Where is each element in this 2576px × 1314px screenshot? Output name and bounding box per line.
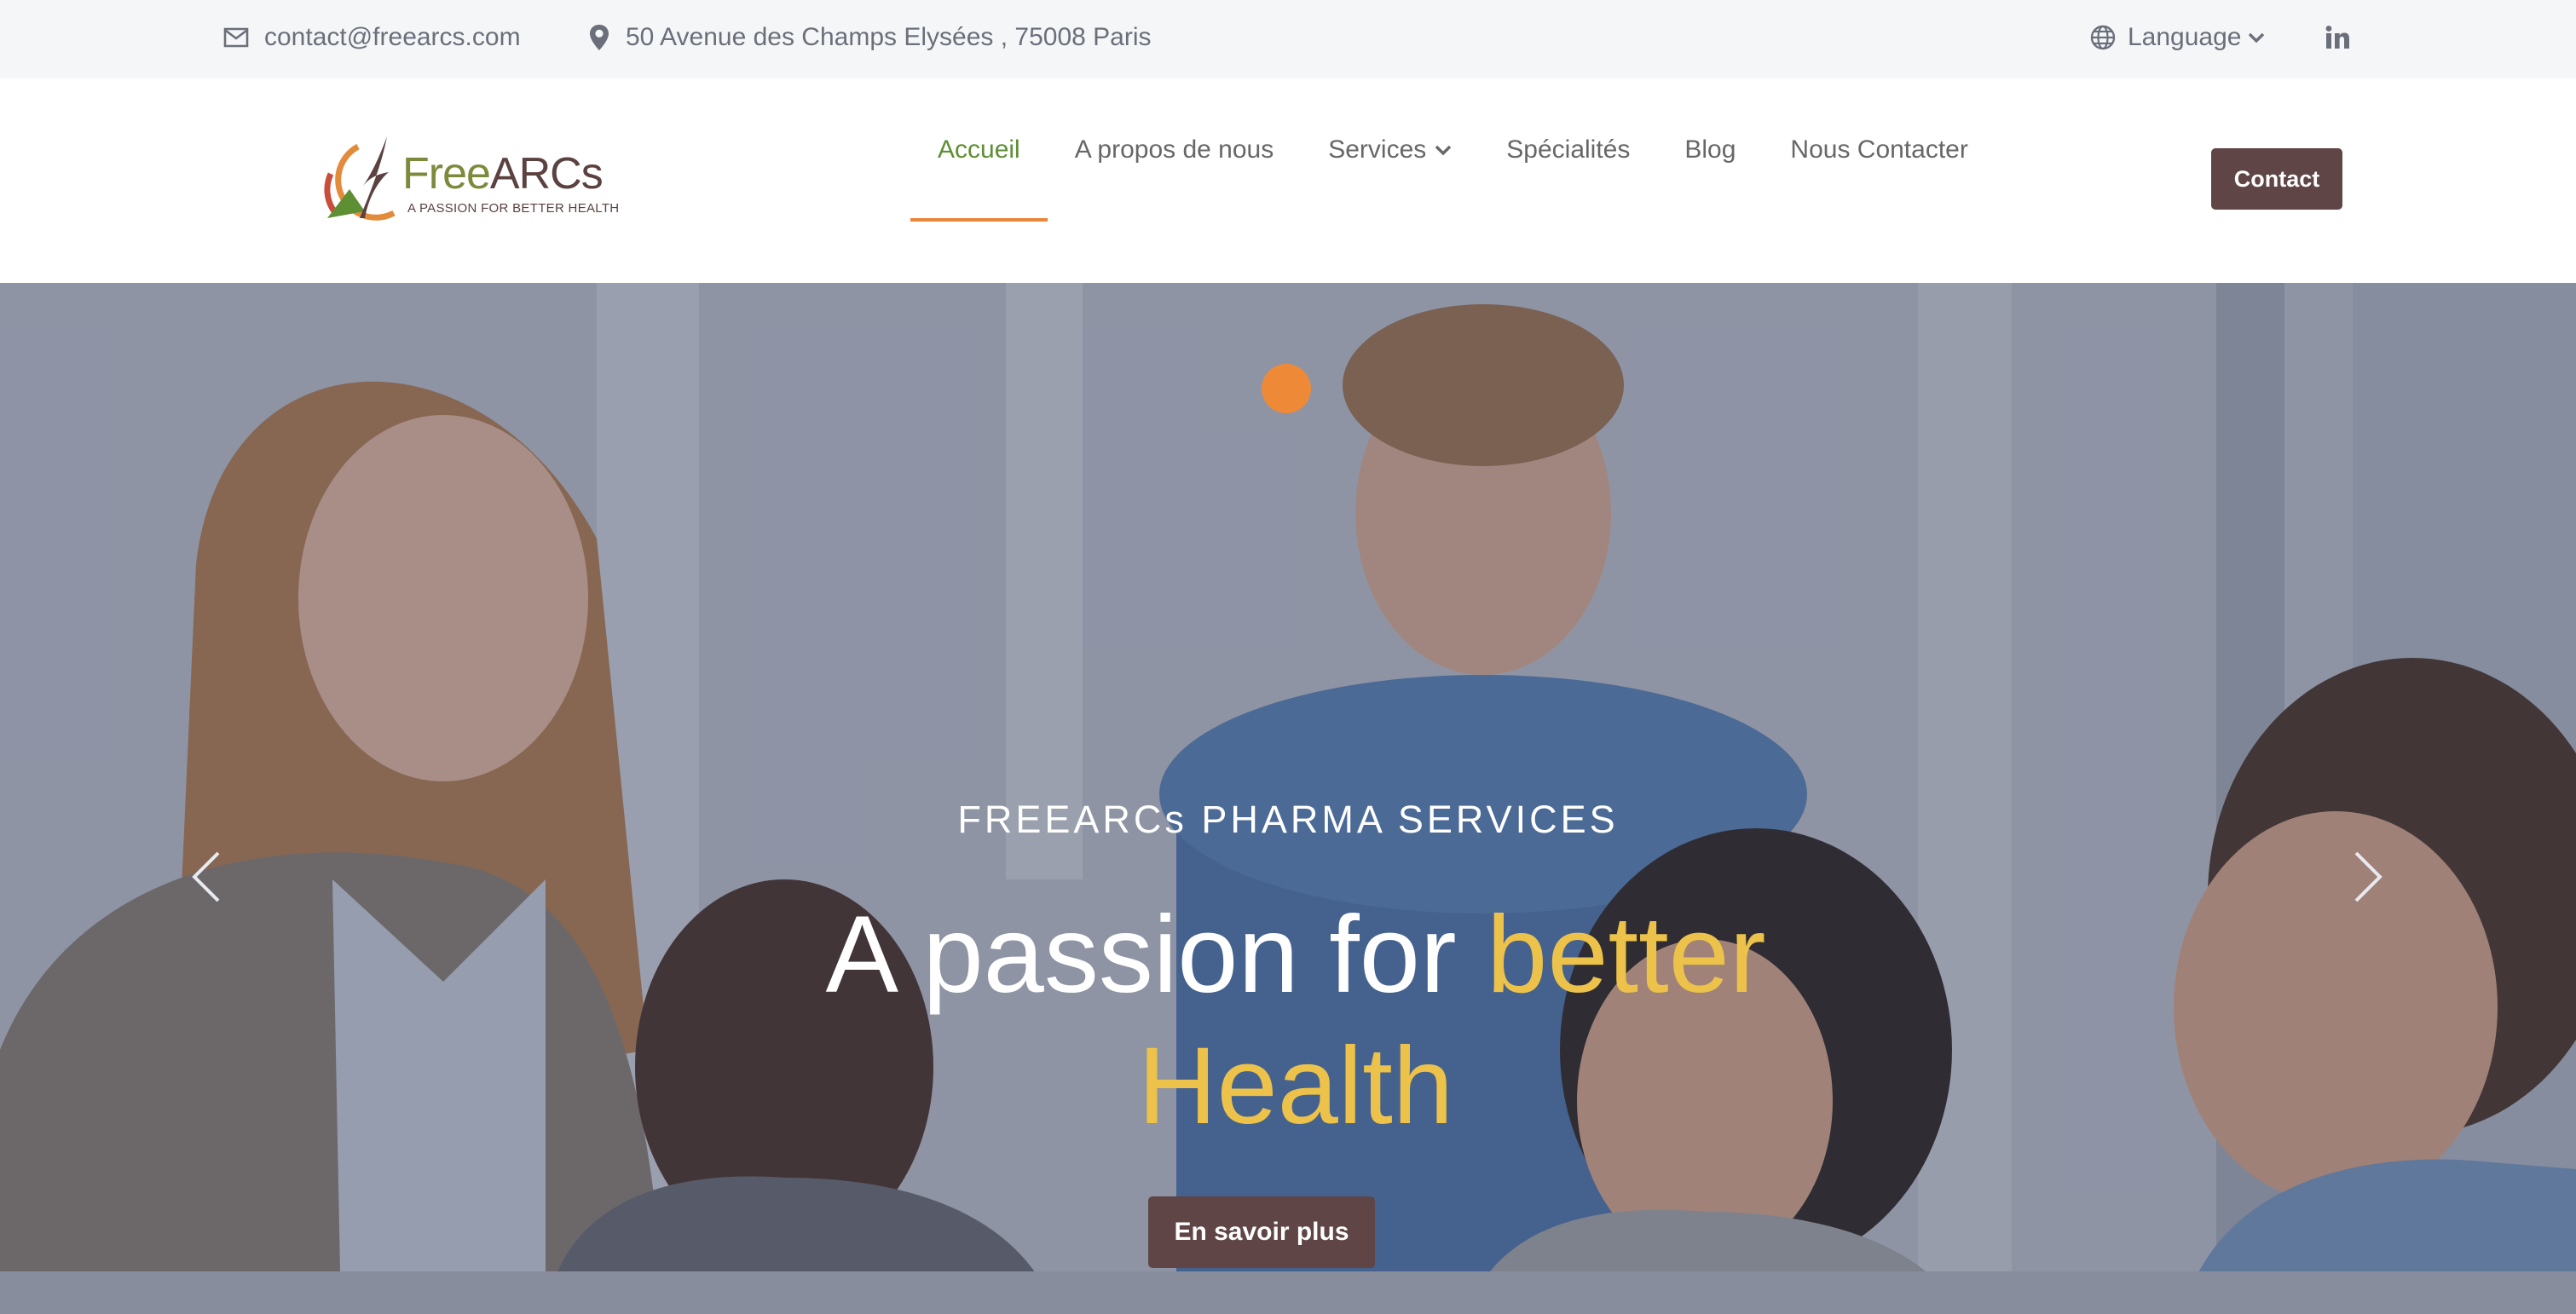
freearcs-logo-mark xyxy=(324,136,396,221)
nav-label: Services xyxy=(1328,135,1427,164)
hero-slider: FREEARCs PHARMA SERVICES A passion for b… xyxy=(0,283,2576,1314)
nav-item-nous-contacter[interactable]: Nous Contacter xyxy=(1763,78,1995,222)
map-pin-icon xyxy=(590,25,609,50)
hero-kicker: FREEARCs PHARMA SERVICES xyxy=(957,798,1619,841)
nav-item-specialites[interactable]: Spécialités xyxy=(1479,78,1657,222)
logo-tagline: A PASSION FOR BETTER HEALTH xyxy=(407,201,620,216)
slider-prev-button[interactable] xyxy=(189,850,223,904)
learn-more-button[interactable]: En savoir plus xyxy=(1148,1196,1375,1268)
nav-item-accueil[interactable]: Accueil xyxy=(910,78,1048,222)
email-text: contact@freearcs.com xyxy=(264,23,521,51)
logo-wordmark: FreeARCs xyxy=(402,149,604,199)
hero-title-accent-health: Health xyxy=(1138,1025,1453,1147)
hero-title: A passion for better Health xyxy=(648,890,1944,1152)
nav-label: Accueil xyxy=(938,135,1020,164)
chevron-right-icon xyxy=(2354,851,2383,902)
contact-button[interactable]: Contact xyxy=(2211,148,2342,210)
chevron-down-icon xyxy=(2249,32,2265,43)
language-label: Language xyxy=(2128,23,2242,51)
hero-title-plain: A passion for xyxy=(825,894,1487,1016)
contact-email[interactable]: contact@freearcs.com xyxy=(223,0,521,75)
logo-wordmark-arcs: ARCs xyxy=(489,149,604,199)
main-menu: Accueil A propos de nous Services Spécia… xyxy=(910,78,1996,283)
top-info-bar: contact@freearcs.com 50 Avenue des Champ… xyxy=(0,0,2576,78)
nav-item-blog[interactable]: Blog xyxy=(1657,78,1763,222)
hero-title-accent-better: better xyxy=(1487,894,1766,1016)
nav-label: Spécialités xyxy=(1506,135,1631,164)
main-navbar: FreeARCs A PASSION FOR BETTER HEALTH Acc… xyxy=(0,78,2576,283)
globe-icon xyxy=(2090,25,2116,50)
nav-label: Blog xyxy=(1684,135,1736,164)
linkedin-icon xyxy=(2325,26,2349,49)
slider-indicator-dot[interactable] xyxy=(1262,364,1311,413)
linkedin-link[interactable] xyxy=(2325,0,2350,75)
slider-next-button[interactable] xyxy=(2351,850,2385,904)
nav-label: A propos de nous xyxy=(1074,135,1274,164)
envelope-icon xyxy=(223,27,249,48)
contact-address: 50 Avenue des Champs Elysées , 75008 Par… xyxy=(588,0,1152,75)
nav-label: Nous Contacter xyxy=(1790,135,1968,164)
chevron-down-icon xyxy=(1435,145,1452,156)
chevron-left-icon xyxy=(192,851,220,902)
nav-item-a-propos[interactable]: A propos de nous xyxy=(1048,78,1302,222)
address-text: 50 Avenue des Champs Elysées , 75008 Par… xyxy=(626,23,1152,51)
logo-wordmark-free: Free xyxy=(402,149,491,199)
site-logo[interactable]: FreeARCs A PASSION FOR BETTER HEALTH xyxy=(315,130,619,232)
nav-item-services[interactable]: Services xyxy=(1301,78,1479,222)
language-selector[interactable]: Language xyxy=(2090,0,2265,75)
